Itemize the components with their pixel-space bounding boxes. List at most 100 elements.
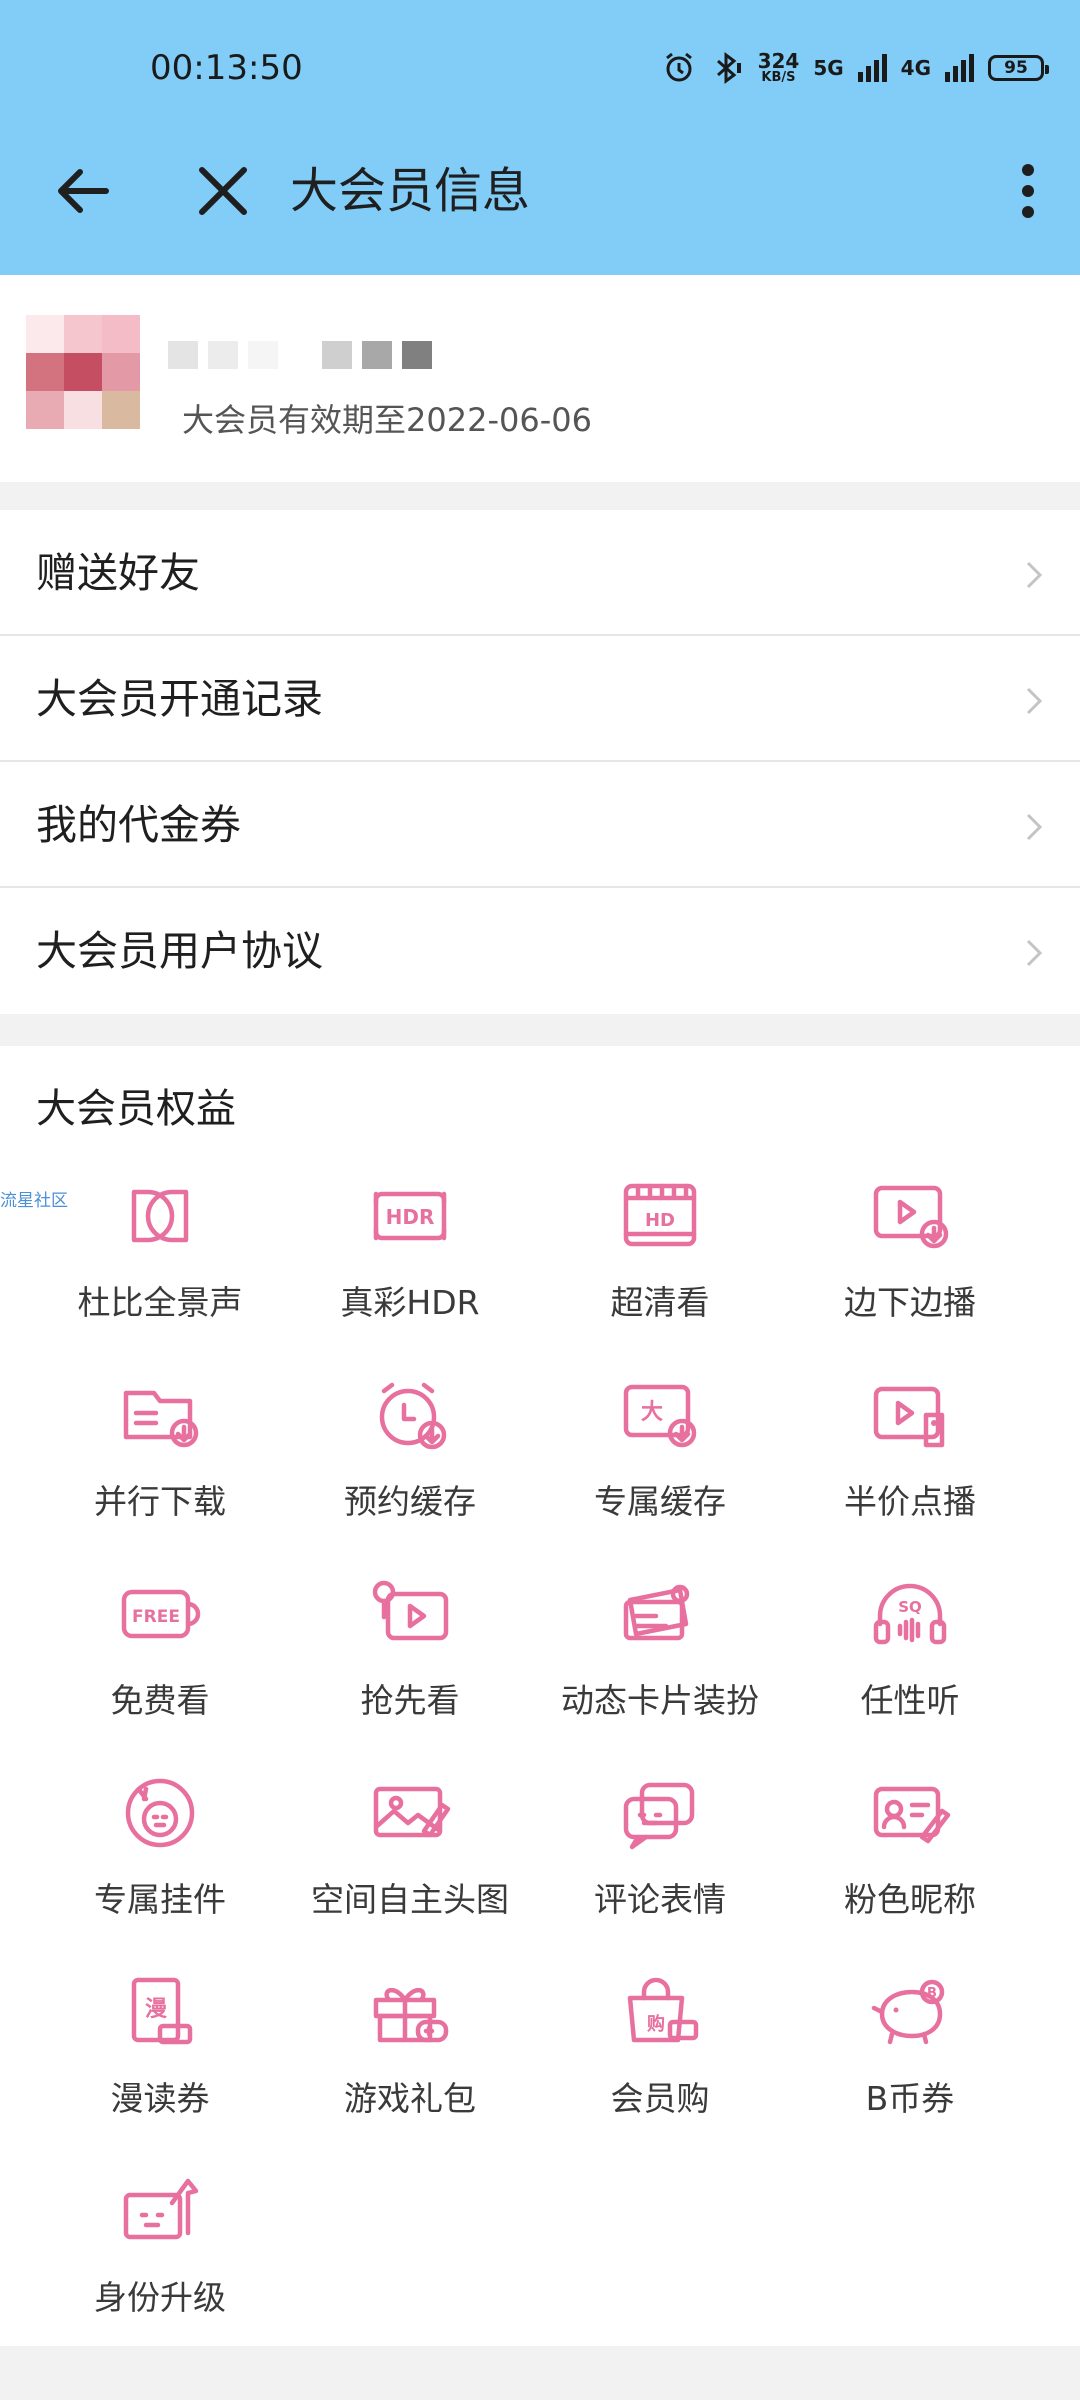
net-speed: 324 KB/S [758,51,800,85]
benefit-label: 专属缓存 [594,1482,726,1521]
svg-text:HD: HD [645,1210,675,1231]
benefit-item[interactable]: 游戏礼包 [285,1960,535,2159]
benefit-label: 超清看 [610,1283,710,1322]
benefit-label: 预约缓存 [344,1482,476,1521]
menu-item-label: 赠送好友 [36,549,200,597]
benefit-item[interactable]: 并行下载 [35,1363,285,1562]
username-blurred [168,341,432,369]
net-speed-value: 324 [757,49,800,73]
svg-text:漫: 漫 [145,1997,167,2022]
benefit-item[interactable]: 动态卡片装扮 [535,1562,785,1761]
hd-icon: HD [623,1183,697,1247]
close-icon[interactable] [192,160,254,222]
user-card: 大会员有效期至2022-06-06 [0,275,1080,482]
signal-5g-label: 5G [813,56,844,80]
benefit-label: 并行下载 [94,1482,226,1521]
svg-text:B: B [927,1986,937,2001]
benefit-label: 空间自主头图 [311,1880,509,1919]
benefit-item[interactable]: 边下边播 [785,1164,1035,1363]
vip-benefits-section: 大会员权益 流星社区 杜比全景声 HDR 真彩HDR HD 超清看 边下边播 并行下载 预约缓… [0,1046,1080,2346]
benefit-item[interactable]: B B币券 [785,1960,1035,2159]
alarm-cache-icon [379,1382,447,1450]
benefit-label: 动态卡片装扮 [561,1681,759,1720]
benefits-grid: 杜比全景声 HDR 真彩HDR HD 超清看 边下边播 并行下载 预约缓存大专属缓存 半价点播 F… [35,1164,1035,2358]
svg-text:购: 购 [647,2013,665,2035]
svg-text:HDR: HDR [386,1205,435,1229]
vip-expire-text: 大会员有效期至2022-06-06 [182,401,592,439]
benefit-label: 漫读券 [110,2079,210,2118]
early-watch-icon [372,1580,449,1641]
menu-item-label: 大会员用户协议 [36,927,323,975]
benefit-item[interactable]: 粉色昵称 [785,1761,1035,1960]
benefit-label: 边下边播 [844,1283,976,1322]
piggy-bank-icon: B [871,1979,945,2045]
half-price-icon [873,1386,945,1448]
svg-text:大: 大 [641,1400,663,1425]
benefit-item[interactable]: HD 超清看 [535,1164,785,1363]
chevron-right-icon [1026,939,1043,967]
download-play-icon [873,1185,949,1249]
benefit-item[interactable]: 杜比全景声 [35,1164,285,1363]
more-options-icon[interactable] [1006,158,1050,224]
benefit-item[interactable]: SQ 任性听 [785,1562,1035,1761]
benefit-label: 抢先看 [360,1681,460,1720]
status-icons: 324 KB/S 5G 4G 95 [662,46,1049,90]
benefit-item[interactable]: 空间自主头图 [285,1761,535,1960]
signal-bars-icon [857,54,887,82]
benefit-item[interactable]: 专属挂件 [35,1761,285,1960]
pink-nickname-icon [873,1786,951,1844]
bluetooth-icon [716,52,741,84]
menu-item-label: 大会员开通记录 [36,675,323,723]
level-up-icon [123,2178,199,2240]
menu-item-label: 我的代金券 [36,801,241,849]
headphone-icon: SQ [873,1583,947,1645]
section-title: 大会员权益 [36,1086,236,1132]
benefit-label: 游戏礼包 [344,2079,476,2118]
settings-menu: 赠送好友 大会员开通记录 我的代金券 大会员用户协议 [0,510,1080,1014]
svg-text:SQ: SQ [898,1598,922,1616]
benefit-label: 身份升级 [94,2278,226,2317]
alarm-icon [665,52,692,82]
battery-icon: 95 [988,55,1049,81]
benefit-item[interactable]: 评论表情 [535,1761,785,1960]
benefit-item[interactable]: HDR 真彩HDR [285,1164,535,1363]
signal-4g-label: 4G [900,56,931,80]
avatar [26,315,140,429]
back-arrow-icon[interactable] [52,160,114,222]
benefit-item[interactable]: 身份升级 [35,2159,285,2358]
net-speed-unit: KB/S [761,70,796,85]
pendant-icon [125,1778,195,1848]
benefit-label: 粉色昵称 [844,1880,976,1919]
comment-emoji-icon [623,1782,695,1850]
benefit-label: 评论表情 [594,1880,726,1919]
hdr-icon: HDR [373,1191,447,1241]
benefit-item[interactable]: 预约缓存 [285,1363,535,1562]
benefit-label: 免费看 [110,1681,210,1720]
menu-gift-friend[interactable]: 赠送好友 [0,510,1080,636]
parallel-download-icon [123,1390,199,1448]
exclusive-cache-icon: 大 [623,1384,697,1448]
benefit-label: 杜比全景声 [77,1283,243,1322]
shopping-bag-icon: 购 [627,1977,699,2043]
benefit-label: 任性听 [860,1681,960,1720]
benefit-item[interactable]: 购会员购 [535,1960,785,2159]
benefit-item[interactable]: 半价点播 [785,1363,1035,1562]
svg-text:FREE: FREE [132,1607,180,1627]
free-icon: FREE [121,1589,201,1639]
status-time: 00:13:50 [150,48,303,88]
comic-coupon-icon: 漫 [131,1977,193,2045]
chevron-right-icon [1026,687,1043,715]
chevron-right-icon [1026,561,1043,589]
benefit-label: 专属挂件 [94,1880,226,1919]
benefit-item[interactable]: 大专属缓存 [535,1363,785,1562]
card-decor-icon [623,1584,690,1641]
benefit-item[interactable]: FREE 免费看 [35,1562,285,1761]
benefit-item[interactable]: 漫漫读券 [35,1960,285,2159]
menu-my-coupons[interactable]: 我的代金券 [0,762,1080,888]
menu-vip-agreement[interactable]: 大会员用户协议 [0,888,1080,1014]
benefit-item[interactable]: 抢先看 [285,1562,535,1761]
menu-vip-records[interactable]: 大会员开通记录 [0,636,1080,762]
app-bar: 00:13:50 324 KB/S 5G 4G 95 大会员信息 [0,0,1080,275]
game-gift-icon [373,1988,449,2043]
benefit-label: 会员购 [610,2079,710,2118]
